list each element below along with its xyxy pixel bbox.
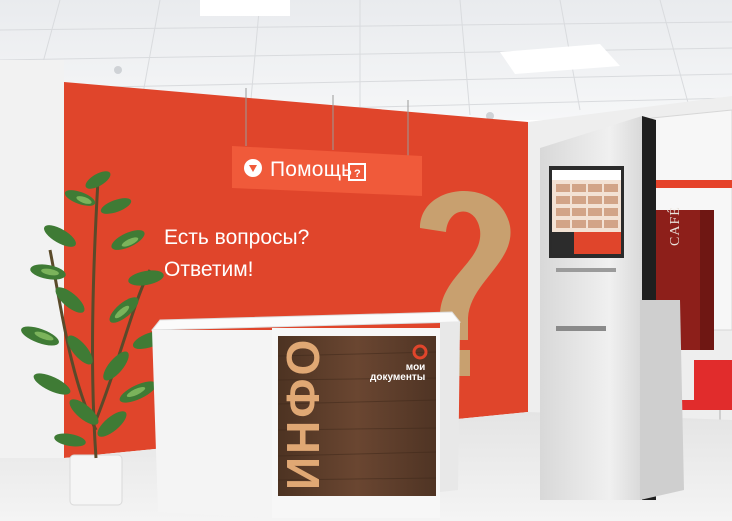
scene-graphics: ?	[0, 0, 732, 521]
logo-line2: документы	[370, 372, 426, 383]
ceiling-light-left	[200, 0, 290, 16]
kiosk-lower-side	[640, 300, 684, 500]
kiosk-printer-slot	[556, 326, 606, 331]
desk-front-left	[152, 330, 272, 518]
counter-logo-text: мои документы	[370, 363, 425, 383]
cafe-sign-text: CAFÉ	[668, 206, 683, 246]
right-wall-accent	[652, 180, 732, 188]
help-sign-label: Помощь	[270, 158, 353, 181]
svg-text:?: ?	[354, 168, 361, 180]
kiosk-screen-header	[552, 170, 621, 180]
ceiling-detector	[114, 66, 122, 74]
kiosk-card-slot	[556, 268, 616, 272]
wall-text-line2: Ответим!	[164, 258, 254, 281]
counter-info-text: ИНФО	[277, 336, 329, 490]
plant-pot	[69, 454, 123, 506]
photo-scene: ? Помощь Есть вопросы? Ответим! ИНФО мои…	[0, 0, 732, 521]
desk-side	[440, 322, 460, 492]
wall-text-line1: Есть вопросы?	[164, 226, 310, 249]
cafe-panel-shade	[700, 210, 714, 350]
